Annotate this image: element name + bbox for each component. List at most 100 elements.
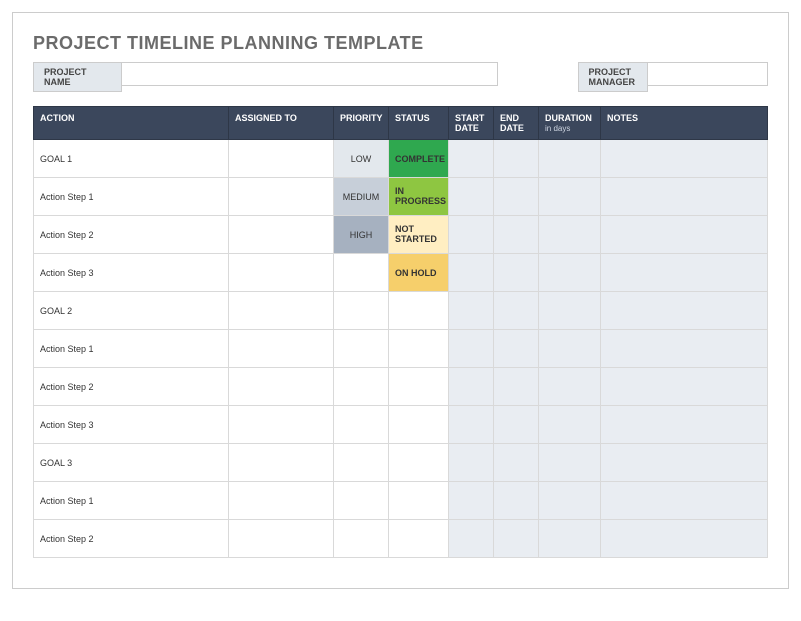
cell-notes[interactable]	[601, 368, 768, 406]
cell-action[interactable]: Action Step 2	[34, 216, 229, 254]
cell-start-date[interactable]	[449, 330, 494, 368]
timeline-table: ACTION ASSIGNED TO PRIORITY STATUS START…	[33, 106, 768, 558]
cell-start-date[interactable]	[449, 368, 494, 406]
col-start-header: START DATE	[449, 107, 494, 140]
cell-duration[interactable]	[539, 368, 601, 406]
cell-end-date[interactable]	[494, 216, 539, 254]
cell-end-date[interactable]	[494, 140, 539, 178]
cell-status[interactable]	[389, 292, 449, 330]
cell-assigned-to[interactable]	[229, 140, 334, 178]
cell-priority[interactable]	[334, 254, 389, 292]
cell-end-date[interactable]	[494, 406, 539, 444]
cell-duration[interactable]	[539, 520, 601, 558]
cell-start-date[interactable]	[449, 178, 494, 216]
cell-status[interactable]: NOT STARTED	[389, 216, 449, 254]
cell-start-date[interactable]	[449, 140, 494, 178]
cell-action[interactable]: Action Step 2	[34, 368, 229, 406]
cell-priority[interactable]	[334, 406, 389, 444]
cell-assigned-to[interactable]	[229, 254, 334, 292]
cell-notes[interactable]	[601, 444, 768, 482]
cell-status[interactable]: IN PROGRESS	[389, 178, 449, 216]
cell-end-date[interactable]	[494, 444, 539, 482]
cell-end-date[interactable]	[494, 178, 539, 216]
cell-action[interactable]: Action Step 2	[34, 520, 229, 558]
cell-priority[interactable]	[334, 520, 389, 558]
cell-status[interactable]	[389, 520, 449, 558]
cell-priority[interactable]	[334, 444, 389, 482]
cell-duration[interactable]	[539, 330, 601, 368]
cell-action[interactable]: GOAL 1	[34, 140, 229, 178]
cell-duration[interactable]	[539, 140, 601, 178]
cell-status[interactable]	[389, 330, 449, 368]
col-duration-header: DURATION in days	[539, 107, 601, 140]
cell-status[interactable]	[389, 406, 449, 444]
cell-notes[interactable]	[601, 520, 768, 558]
col-action-header: ACTION	[34, 107, 229, 140]
cell-status[interactable]	[389, 482, 449, 520]
cell-action[interactable]: Action Step 3	[34, 254, 229, 292]
cell-action[interactable]: GOAL 3	[34, 444, 229, 482]
cell-notes[interactable]	[601, 330, 768, 368]
cell-assigned-to[interactable]	[229, 178, 334, 216]
cell-start-date[interactable]	[449, 444, 494, 482]
cell-assigned-to[interactable]	[229, 482, 334, 520]
cell-assigned-to[interactable]	[229, 406, 334, 444]
table-header-row: ACTION ASSIGNED TO PRIORITY STATUS START…	[34, 107, 768, 140]
cell-priority[interactable]	[334, 292, 389, 330]
cell-notes[interactable]	[601, 406, 768, 444]
cell-action[interactable]: Action Step 1	[34, 178, 229, 216]
cell-status[interactable]: COMPLETE	[389, 140, 449, 178]
cell-priority[interactable]	[334, 330, 389, 368]
cell-action[interactable]: GOAL 2	[34, 292, 229, 330]
cell-status[interactable]	[389, 368, 449, 406]
cell-start-date[interactable]	[449, 216, 494, 254]
project-manager-input[interactable]	[648, 62, 768, 86]
cell-start-date[interactable]	[449, 482, 494, 520]
cell-notes[interactable]	[601, 216, 768, 254]
cell-priority[interactable]	[334, 482, 389, 520]
table-row: GOAL 2	[34, 292, 768, 330]
table-row: Action Step 2 HIGHNOT STARTED	[34, 216, 768, 254]
cell-end-date[interactable]	[494, 520, 539, 558]
cell-notes[interactable]	[601, 254, 768, 292]
cell-end-date[interactable]	[494, 330, 539, 368]
cell-assigned-to[interactable]	[229, 368, 334, 406]
cell-duration[interactable]	[539, 406, 601, 444]
col-assigned-header: ASSIGNED TO	[229, 107, 334, 140]
cell-notes[interactable]	[601, 482, 768, 520]
cell-notes[interactable]	[601, 292, 768, 330]
cell-notes[interactable]	[601, 140, 768, 178]
cell-assigned-to[interactable]	[229, 292, 334, 330]
cell-priority[interactable]: MEDIUM	[334, 178, 389, 216]
cell-status[interactable]: ON HOLD	[389, 254, 449, 292]
page-container: PROJECT TIMELINE PLANNING TEMPLATE PROJE…	[12, 12, 789, 589]
project-manager-label: PROJECT MANAGER	[578, 62, 648, 92]
cell-start-date[interactable]	[449, 292, 494, 330]
cell-duration[interactable]	[539, 444, 601, 482]
cell-action[interactable]: Action Step 3	[34, 406, 229, 444]
cell-duration[interactable]	[539, 216, 601, 254]
cell-start-date[interactable]	[449, 520, 494, 558]
cell-action[interactable]: Action Step 1	[34, 482, 229, 520]
project-name-input[interactable]	[122, 62, 497, 86]
cell-start-date[interactable]	[449, 254, 494, 292]
cell-start-date[interactable]	[449, 406, 494, 444]
cell-duration[interactable]	[539, 178, 601, 216]
cell-priority[interactable]: HIGH	[334, 216, 389, 254]
cell-end-date[interactable]	[494, 482, 539, 520]
cell-priority[interactable]: LOW	[334, 140, 389, 178]
cell-notes[interactable]	[601, 178, 768, 216]
cell-duration[interactable]	[539, 254, 601, 292]
cell-assigned-to[interactable]	[229, 444, 334, 482]
cell-assigned-to[interactable]	[229, 520, 334, 558]
cell-assigned-to[interactable]	[229, 216, 334, 254]
cell-priority[interactable]	[334, 368, 389, 406]
cell-end-date[interactable]	[494, 292, 539, 330]
cell-duration[interactable]	[539, 292, 601, 330]
cell-action[interactable]: Action Step 1	[34, 330, 229, 368]
cell-end-date[interactable]	[494, 254, 539, 292]
cell-end-date[interactable]	[494, 368, 539, 406]
cell-status[interactable]	[389, 444, 449, 482]
cell-assigned-to[interactable]	[229, 330, 334, 368]
cell-duration[interactable]	[539, 482, 601, 520]
